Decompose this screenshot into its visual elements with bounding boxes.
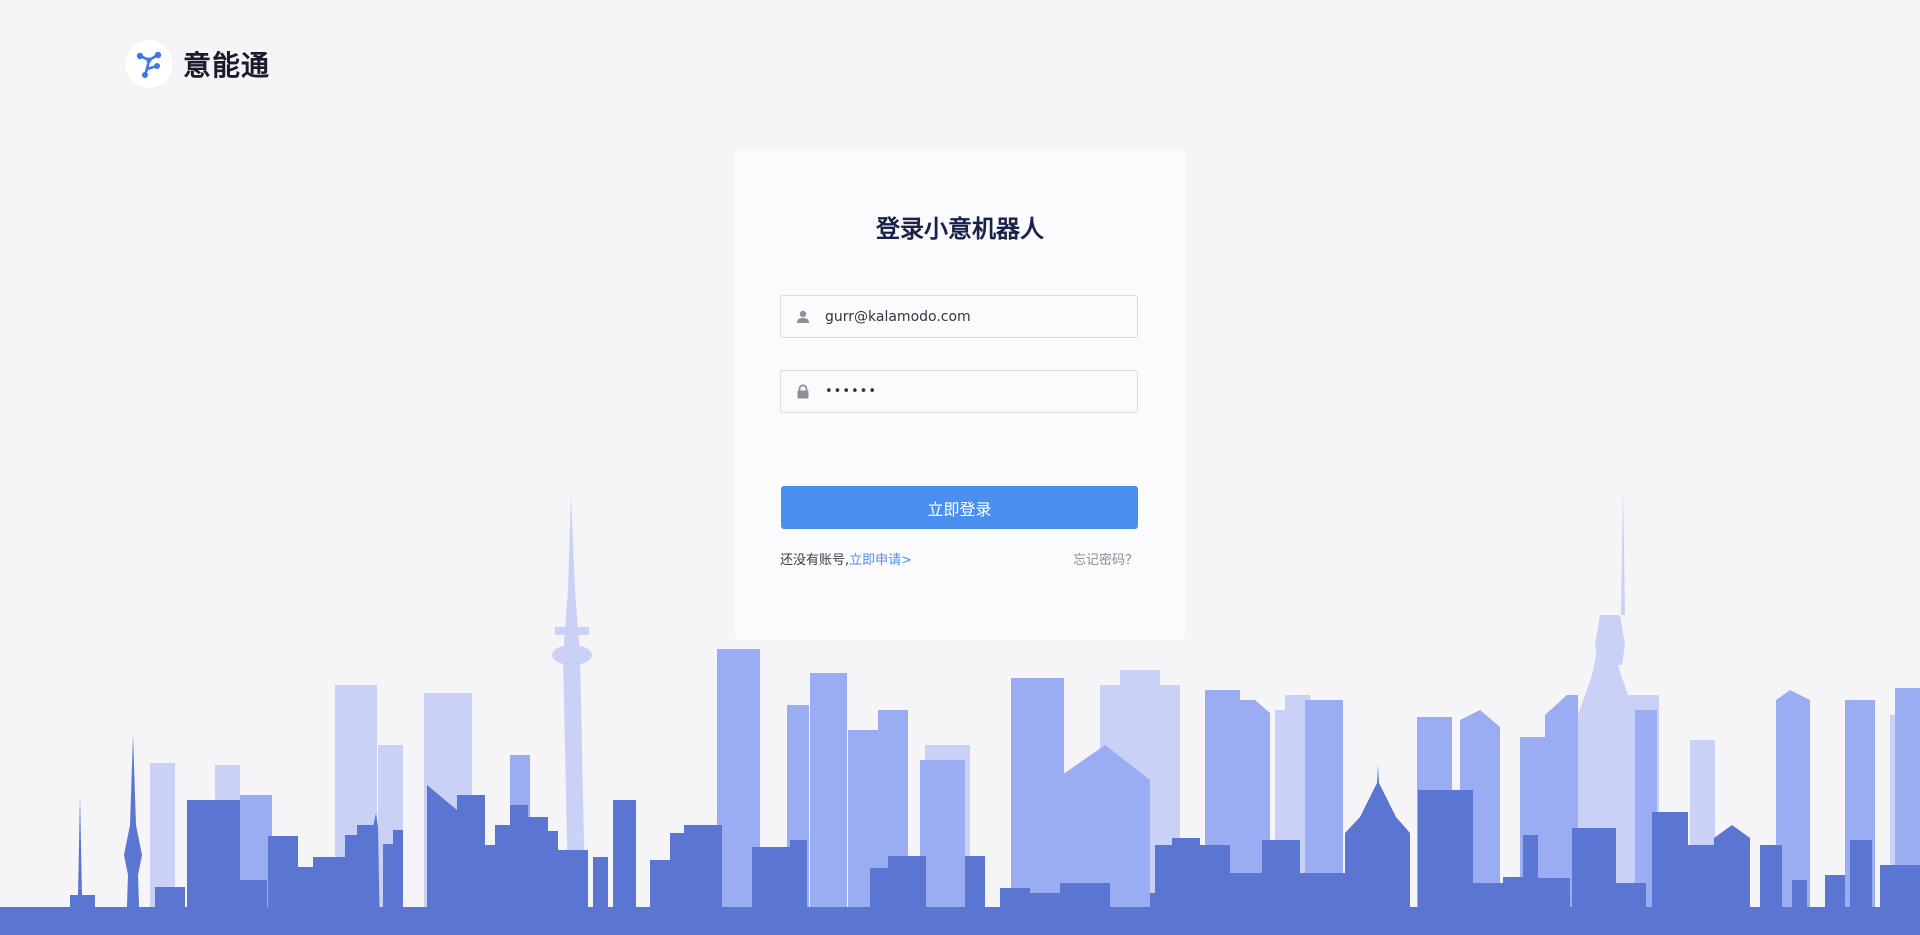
email-input[interactable] bbox=[825, 296, 1137, 337]
login-card: 登录小意机器人 立即登录 还没有账号,立即申请> 忘记密码？ bbox=[735, 149, 1185, 639]
login-footer: 还没有账号,立即申请> 忘记密码？ bbox=[780, 549, 1138, 568]
email-field[interactable] bbox=[780, 295, 1138, 338]
password-field[interactable] bbox=[780, 370, 1138, 413]
brand-logo: 意能通 bbox=[125, 40, 270, 88]
robot-network-icon bbox=[125, 40, 173, 88]
user-icon bbox=[781, 310, 825, 324]
lock-icon bbox=[781, 384, 825, 399]
login-button[interactable]: 立即登录 bbox=[781, 486, 1138, 529]
no-account-text: 还没有账号, bbox=[780, 553, 850, 568]
apply-link[interactable]: 立即申请> bbox=[849, 553, 912, 568]
login-title: 登录小意机器人 bbox=[876, 215, 1044, 243]
forgot-password-link[interactable]: 忘记密码？ bbox=[1073, 549, 1138, 568]
password-input[interactable] bbox=[825, 371, 1137, 412]
brand-name: 意能通 bbox=[183, 49, 271, 82]
register-prompt: 还没有账号,立即申请> bbox=[780, 549, 912, 568]
